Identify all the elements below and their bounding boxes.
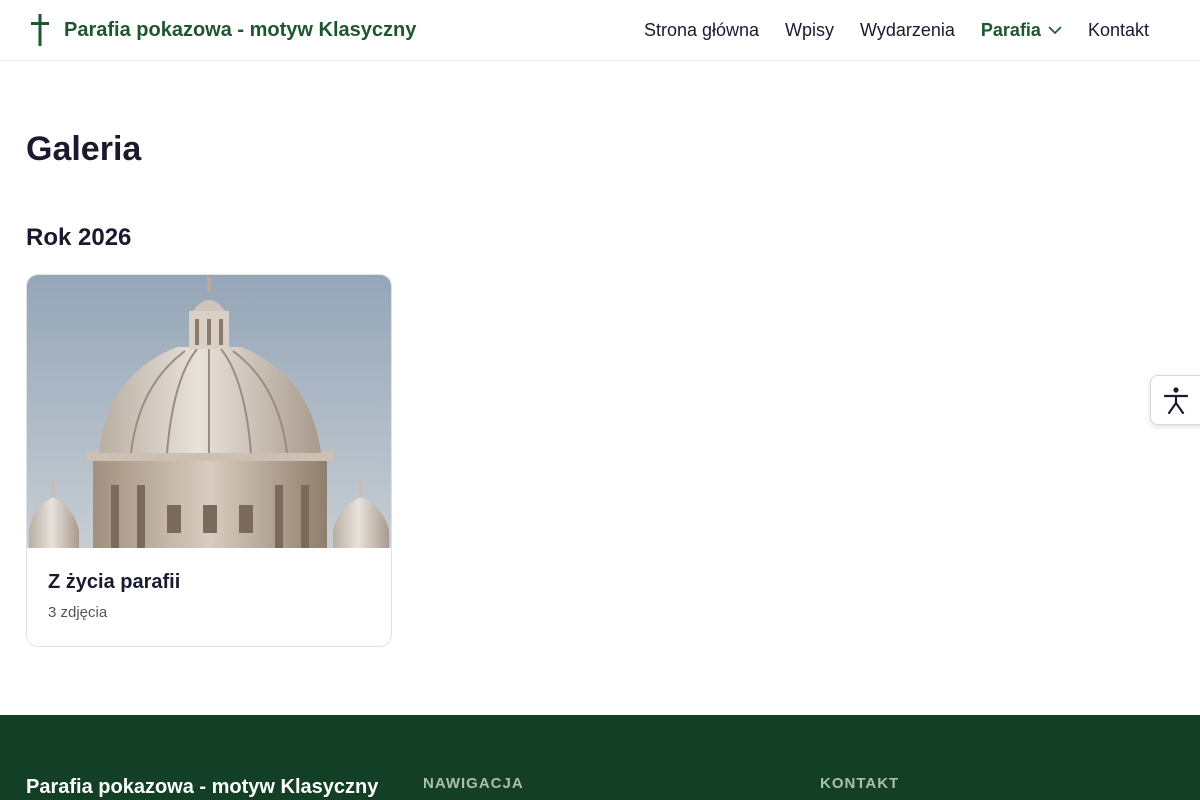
site-logo-link[interactable]: Parafia pokazowa - motyw Klasyczny: [28, 13, 416, 47]
nav-parish-label: Parafia: [980, 19, 1041, 40]
footer-nav-heading: NAWIGACJA: [423, 775, 524, 792]
nav-contact[interactable]: Kontakt: [1088, 20, 1149, 41]
site-name: Parafia pokazowa - motyw Klasyczny: [64, 18, 417, 41]
album-cover-image: [27, 275, 391, 548]
album-card[interactable]: Z życia parafii 3 zdjęcia: [26, 274, 392, 647]
accessibility-button[interactable]: [1150, 375, 1200, 425]
nav-home[interactable]: Strona główna: [644, 20, 759, 41]
footer-site-name: Parafia pokazowa - motyw Klasyczny: [26, 776, 379, 798]
site-header: Parafia pokazowa - motyw Klasyczny Stron…: [0, 0, 1200, 61]
main-nav: Strona główna Wpisy Wydarzenia Parafia K…: [618, 0, 1149, 60]
nav-parish[interactable]: Parafia: [981, 20, 1062, 41]
page-title: Galeria: [26, 130, 142, 168]
nav-posts[interactable]: Wpisy: [785, 20, 834, 41]
cross-icon: [31, 14, 49, 46]
accessibility-icon: [1163, 387, 1189, 414]
chevron-down-icon: [1048, 26, 1062, 34]
year-heading: Rok 2026: [26, 224, 132, 251]
album-photo-count: 3 zdjęcia: [48, 604, 108, 621]
nav-events[interactable]: Wydarzenia: [860, 20, 955, 41]
album-title: Z życia parafii: [48, 571, 181, 593]
footer-contact-heading: KONTAKT: [820, 775, 900, 792]
site-footer: Parafia pokazowa - motyw Klasyczny NAWIG…: [0, 715, 1200, 800]
